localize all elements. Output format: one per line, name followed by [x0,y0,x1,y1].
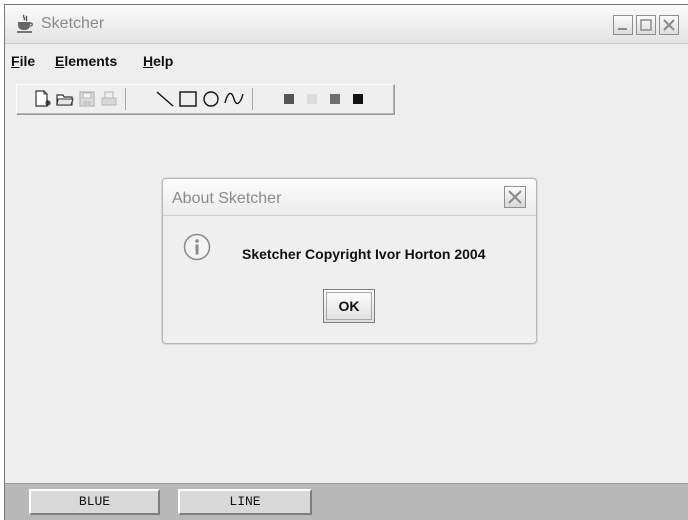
open-file-icon[interactable] [55,89,75,109]
dialog-title-bar[interactable]: About Sketcher [163,179,536,216]
color-blue-button[interactable] [348,89,368,109]
menu-help-mnemonic: H [143,53,154,69]
close-icon [508,190,522,204]
new-file-icon[interactable] [33,89,53,109]
menu-elements[interactable]: Elements [55,53,117,69]
menu-elements-label: lements [64,53,118,69]
curve-tool-icon[interactable] [224,89,244,109]
maximize-button[interactable] [636,15,656,35]
close-icon [663,19,675,31]
ok-button[interactable]: OK [323,289,375,323]
color-green-swatch-icon [330,94,340,104]
rectangle-tool-icon[interactable] [178,89,198,109]
color-yellow-button[interactable] [302,89,322,109]
java-cup-icon [17,14,33,33]
toolbar-separator [252,88,253,110]
menu-bar: File Elements Help [5,51,688,75]
print-icon[interactable] [99,89,119,109]
menu-help-label: elp [153,53,174,69]
minimize-button[interactable] [613,15,633,35]
info-icon [183,233,211,261]
menu-file-label: ile [19,53,36,69]
minimize-icon [618,28,627,30]
status-element-type: LINE [178,489,312,515]
status-color: BLUE [29,489,160,515]
menu-file[interactable]: File [11,53,35,69]
menu-file-mnemonic: F [11,53,20,69]
color-green-button[interactable] [325,89,345,109]
save-icon[interactable] [77,89,97,109]
color-red-button[interactable] [279,89,299,109]
about-dialog: About Sketcher Sketcher Copyright Ivor H… [162,178,537,344]
maximize-icon [640,19,652,31]
color-red-swatch-icon [284,94,294,104]
circle-tool-icon[interactable] [201,89,221,109]
menu-elements-mnemonic: E [55,53,65,69]
color-blue-swatch-icon [353,94,363,104]
color-yellow-swatch-icon [307,94,317,104]
toolbar [16,84,395,115]
menu-help[interactable]: Help [143,53,173,69]
dialog-close-button[interactable] [504,186,526,208]
close-button[interactable] [659,15,679,35]
window-title: Sketcher [41,15,105,32]
toolbar-separator [125,88,126,110]
status-bar: BLUE LINE [5,483,688,520]
title-bar[interactable]: Sketcher [5,5,688,44]
dialog-message: Sketcher Copyright Ivor Horton 2004 [242,246,486,262]
dialog-title: About Sketcher [172,190,282,207]
line-tool-icon[interactable] [155,89,175,109]
